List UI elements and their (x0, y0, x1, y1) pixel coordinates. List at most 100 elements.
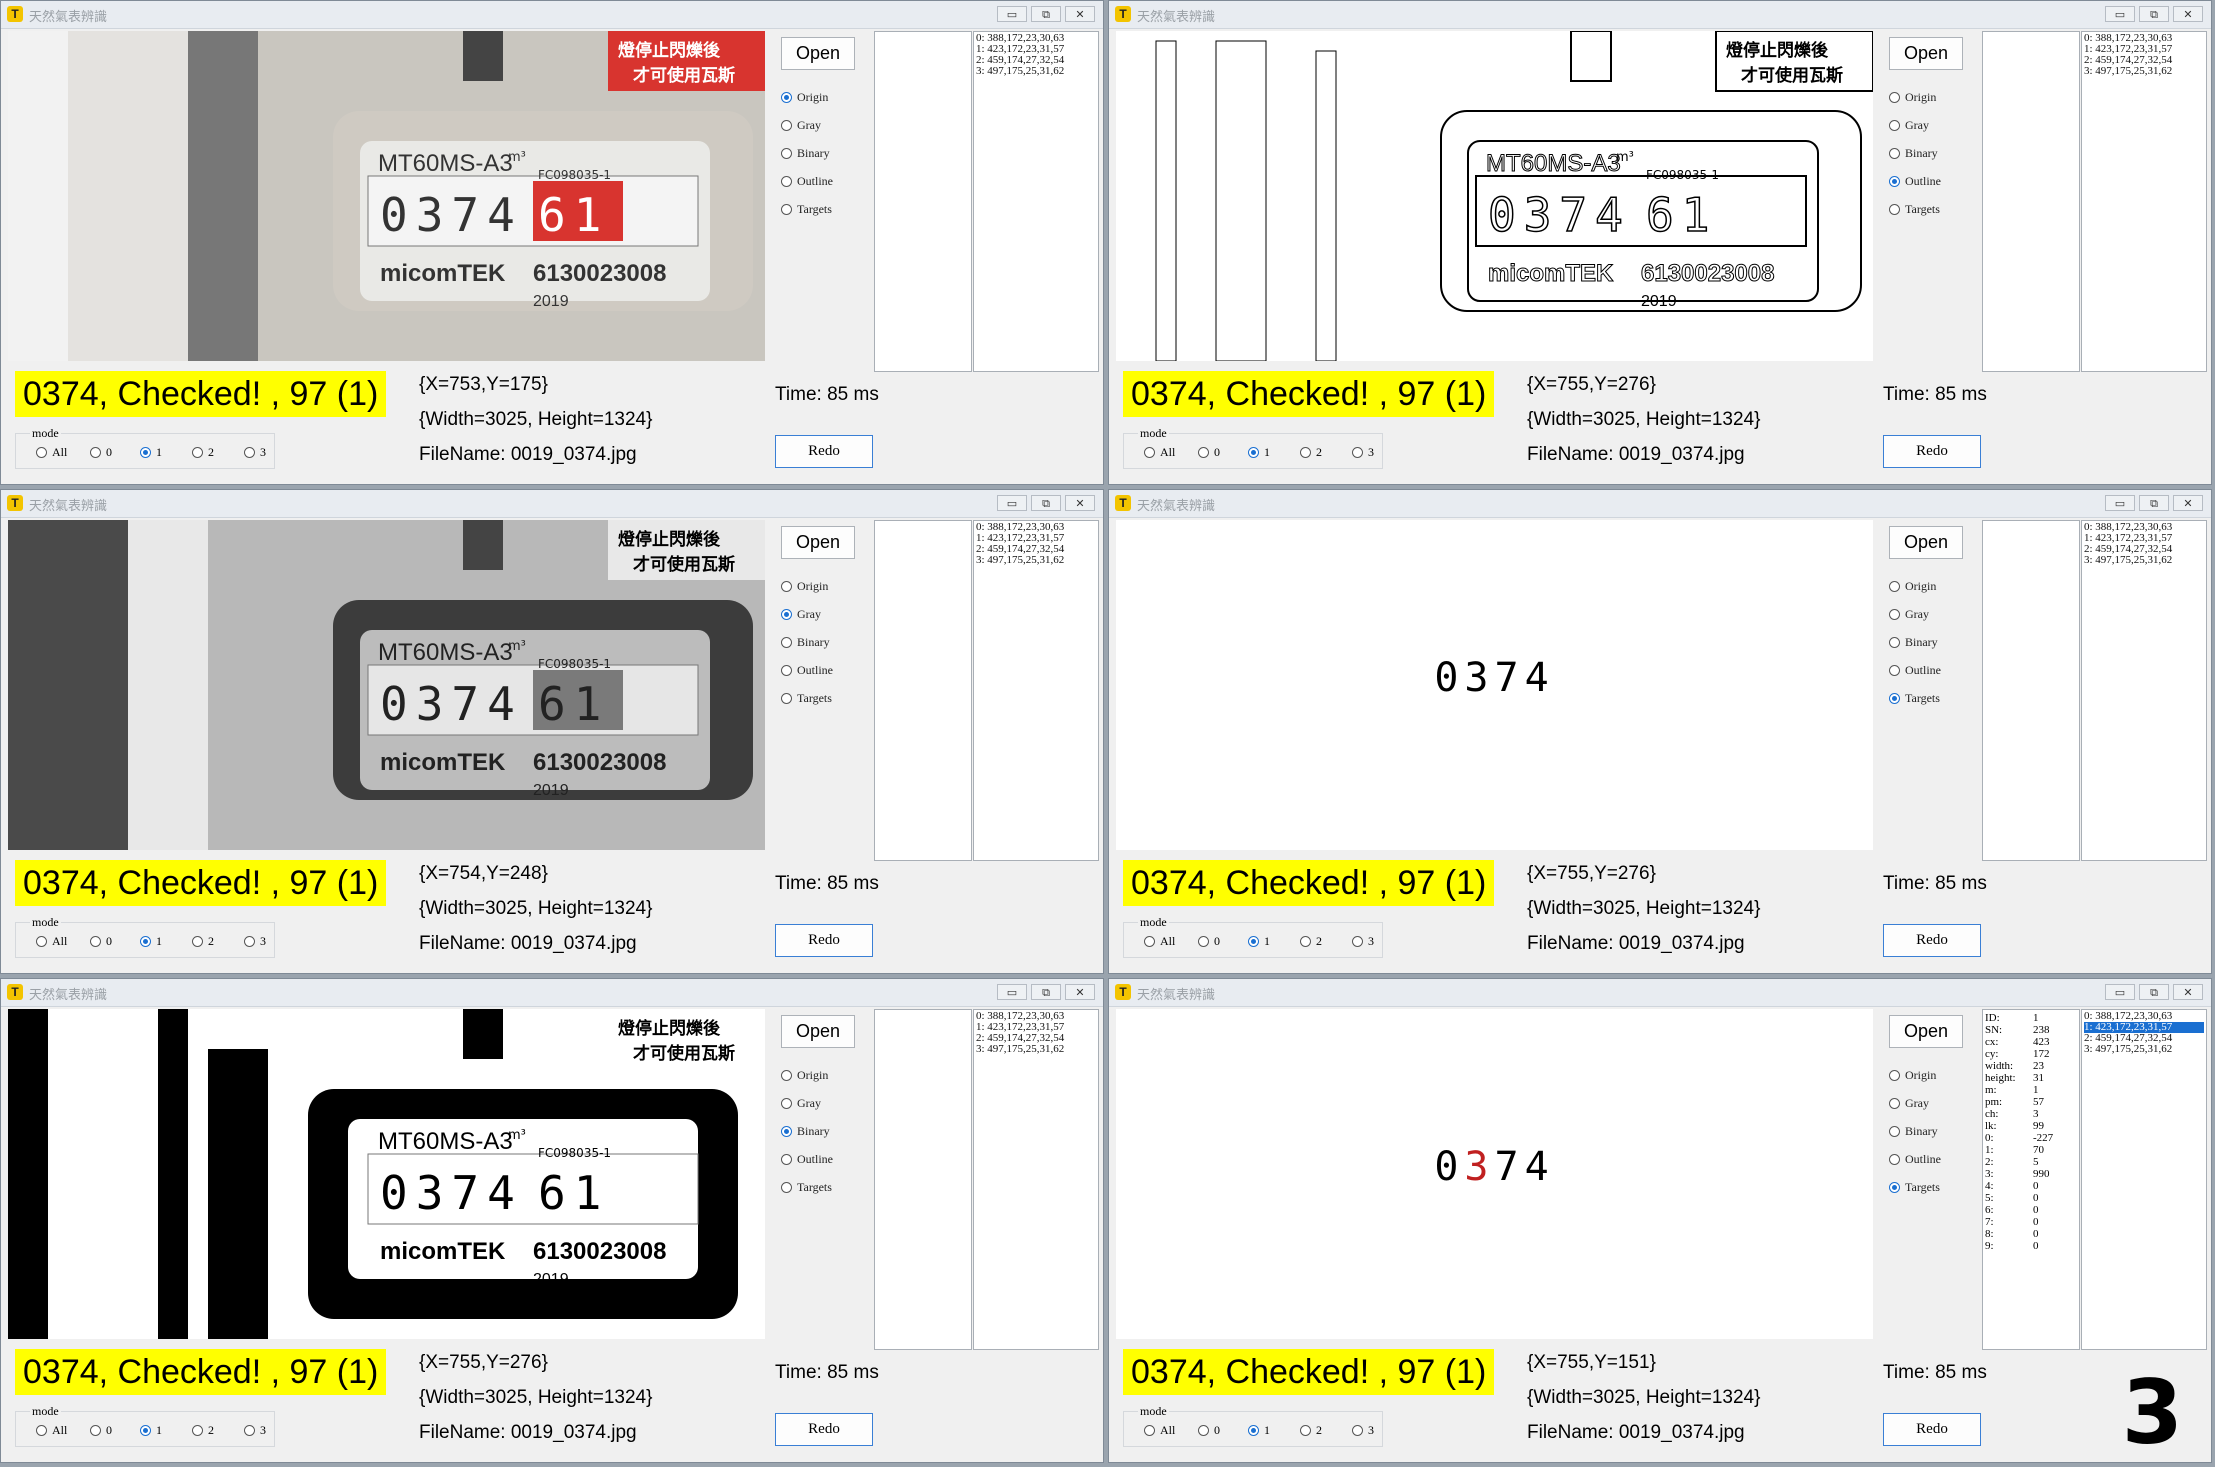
radio-outline[interactable]: Outline (781, 1145, 833, 1173)
mode-option-2[interactable]: 2 (192, 934, 214, 949)
targets-list[interactable]: 0: 388,172,23,30,63 1: 423,172,23,31,57 2:… (973, 520, 1099, 861)
radio-button-icon[interactable] (781, 1125, 792, 1137)
close-button[interactable]: ✕ (2173, 6, 2203, 22)
mode-option-2[interactable]: 2 (192, 1423, 214, 1438)
minimize-button[interactable]: ▭ (2105, 984, 2135, 1000)
radio-origin[interactable]: Origin (1889, 572, 1941, 600)
radio-targets[interactable]: Targets (781, 684, 833, 712)
radio-binary[interactable]: Binary (781, 628, 833, 656)
radio-button-icon[interactable] (244, 936, 255, 947)
radio-button-icon[interactable] (781, 580, 792, 592)
radio-button-icon[interactable] (1144, 936, 1155, 947)
maximize-button[interactable]: ⧉ (1031, 984, 1061, 1000)
radio-button-icon[interactable] (1300, 936, 1311, 947)
radio-button-icon[interactable] (781, 147, 792, 159)
mode-option-1[interactable]: 1 (1248, 934, 1270, 949)
minimize-button[interactable]: ▭ (997, 984, 1027, 1000)
open-button[interactable]: Open (1889, 1015, 1963, 1048)
close-button[interactable]: ✕ (1065, 984, 1095, 1000)
image-view[interactable]: 0374 (1116, 1009, 1873, 1339)
open-button[interactable]: Open (781, 526, 855, 559)
radio-button-icon[interactable] (1889, 664, 1900, 676)
radio-button-icon[interactable] (1889, 119, 1900, 131)
maximize-button[interactable]: ⧉ (1031, 6, 1061, 22)
title-bar[interactable]: T 天然氣表辨識 ▭ ⧉ ✕ (1, 1, 1103, 29)
target-details-list[interactable]: ID: 1 SN: 238 cx: 423 cy: 172 width: 23 height: 31 m… (1982, 1009, 2080, 1350)
radio-origin[interactable]: Origin (781, 1061, 833, 1089)
radio-button-icon[interactable] (1198, 1425, 1209, 1436)
mode-option-3[interactable]: 3 (244, 445, 266, 460)
mode-option-3[interactable]: 3 (244, 934, 266, 949)
redo-button[interactable]: Redo (1883, 435, 1981, 468)
radio-button-icon[interactable] (244, 447, 255, 458)
radio-button-icon[interactable] (1889, 1069, 1900, 1081)
radio-button-icon[interactable] (781, 1097, 792, 1109)
radio-button-icon[interactable] (140, 1425, 151, 1436)
image-view[interactable]: 0374 (1116, 520, 1873, 850)
radio-button-icon[interactable] (192, 1425, 203, 1436)
maximize-button[interactable]: ⧉ (2139, 6, 2169, 22)
radio-button-icon[interactable] (1198, 936, 1209, 947)
mode-option-0[interactable]: 0 (90, 445, 112, 460)
title-bar[interactable]: T 天然氣表辨識 ▭ ⧉ ✕ (1109, 490, 2211, 518)
mode-option-1[interactable]: 1 (140, 445, 162, 460)
radio-button-icon[interactable] (1889, 147, 1900, 159)
radio-button-icon[interactable] (1144, 447, 1155, 458)
radio-button-icon[interactable] (244, 1425, 255, 1436)
radio-button-icon[interactable] (36, 1425, 47, 1436)
image-view[interactable]: MT60MS-A3 m³ FC098035-1 0374 61 micomTEK… (1116, 31, 1873, 361)
radio-button-icon[interactable] (1248, 936, 1259, 947)
radio-button-icon[interactable] (781, 91, 792, 103)
targets-list[interactable]: 0: 388,172,23,30,63 1: 423,172,23,31,57 2:… (973, 1009, 1099, 1350)
mode-option-0[interactable]: 0 (90, 1423, 112, 1438)
minimize-button[interactable]: ▭ (2105, 6, 2135, 22)
radio-outline[interactable]: Outline (1889, 656, 1941, 684)
radio-binary[interactable]: Binary (1889, 628, 1941, 656)
radio-button-icon[interactable] (781, 203, 792, 215)
mode-option-all[interactable]: All (1144, 934, 1175, 949)
radio-button-icon[interactable] (1889, 580, 1900, 592)
mode-option-2[interactable]: 2 (192, 445, 214, 460)
radio-button-icon[interactable] (140, 936, 151, 947)
radio-targets[interactable]: Targets (1889, 684, 1941, 712)
mode-option-0[interactable]: 0 (90, 934, 112, 949)
redo-button[interactable]: Redo (775, 435, 873, 468)
radio-button-icon[interactable] (1889, 608, 1900, 620)
radio-button-icon[interactable] (1889, 636, 1900, 648)
mode-option-1[interactable]: 1 (1248, 1423, 1270, 1438)
radio-gray[interactable]: Gray (781, 111, 833, 139)
mode-option-2[interactable]: 2 (1300, 934, 1322, 949)
radio-button-icon[interactable] (781, 608, 792, 620)
mode-option-all[interactable]: All (36, 445, 67, 460)
redo-button[interactable]: Redo (1883, 1413, 1981, 1446)
radio-gray[interactable]: Gray (1889, 111, 1941, 139)
radio-button-icon[interactable] (1300, 1425, 1311, 1436)
radio-targets[interactable]: Targets (781, 195, 833, 223)
targets-list-item[interactable]: 3: 497,175,25,31,62 (976, 66, 1096, 77)
radio-button-icon[interactable] (1889, 1153, 1900, 1165)
targets-list-item[interactable]: 3: 497,175,25,31,62 (2084, 555, 2204, 566)
radio-button-icon[interactable] (36, 447, 47, 458)
maximize-button[interactable]: ⧉ (2139, 495, 2169, 511)
radio-button-icon[interactable] (781, 636, 792, 648)
mode-option-2[interactable]: 2 (1300, 445, 1322, 460)
open-button[interactable]: Open (781, 1015, 855, 1048)
mode-option-3[interactable]: 3 (1352, 1423, 1374, 1438)
radio-origin[interactable]: Origin (1889, 1061, 1941, 1089)
radio-outline[interactable]: Outline (1889, 1145, 1941, 1173)
radio-outline[interactable]: Outline (781, 656, 833, 684)
open-button[interactable]: Open (781, 37, 855, 70)
radio-button-icon[interactable] (192, 447, 203, 458)
radio-button-icon[interactable] (1352, 936, 1363, 947)
radio-origin[interactable]: Origin (1889, 83, 1941, 111)
radio-button-icon[interactable] (1889, 692, 1900, 704)
radio-button-icon[interactable] (1300, 447, 1311, 458)
mode-option-1[interactable]: 1 (140, 1423, 162, 1438)
radio-binary[interactable]: Binary (1889, 1117, 1941, 1145)
radio-button-icon[interactable] (1352, 1425, 1363, 1436)
redo-button[interactable]: Redo (775, 1413, 873, 1446)
title-bar[interactable]: T 天然氣表辨識 ▭ ⧉ ✕ (1, 979, 1103, 1007)
targets-list-item[interactable]: 3: 497,175,25,31,62 (976, 1044, 1096, 1055)
targets-list[interactable]: 0: 388,172,23,30,63 1: 423,172,23,31,57 2:… (973, 31, 1099, 372)
mode-option-1[interactable]: 1 (1248, 445, 1270, 460)
